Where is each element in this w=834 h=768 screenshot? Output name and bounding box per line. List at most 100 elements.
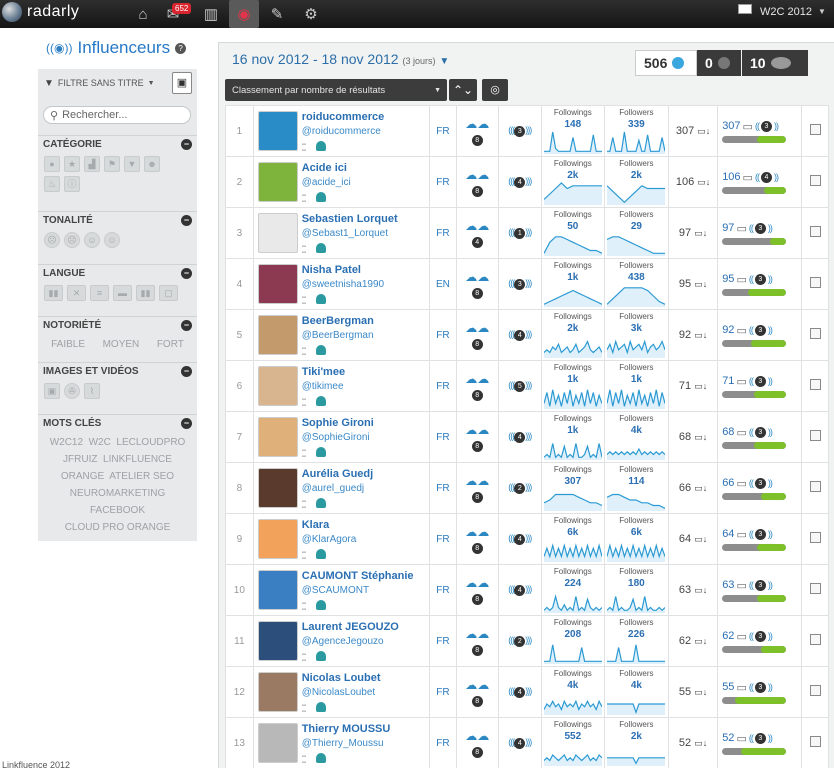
save-filter-button[interactable]: ▣ bbox=[172, 72, 192, 94]
user-name[interactable]: Aurélia Guedj bbox=[302, 468, 374, 480]
twitter-count-tab[interactable]: 506 bbox=[635, 50, 697, 76]
avatar[interactable] bbox=[257, 417, 298, 457]
conversation-clouds-icon[interactable]: ☁☁ 8 bbox=[459, 474, 495, 503]
user-name[interactable]: Thierry MOUSSU bbox=[302, 723, 391, 735]
collapse-icon[interactable]: − bbox=[181, 214, 192, 226]
table-row[interactable]: 13 Thierry MOUSSU @Thierry_Moussu ▪▪ ▪▪ F… bbox=[225, 717, 829, 768]
keyword-item[interactable]: W2C12 bbox=[50, 437, 83, 448]
edit-icon[interactable]: ✎ bbox=[262, 0, 292, 28]
help-icon[interactable]: ? bbox=[175, 42, 187, 54]
person-icon[interactable] bbox=[315, 498, 326, 508]
smiley-very-negative-icon[interactable]: ☹ bbox=[44, 232, 60, 248]
row-checkbox[interactable] bbox=[809, 736, 821, 747]
more-dots-icon[interactable]: ▪▪ ▪▪ bbox=[302, 397, 306, 409]
user-name[interactable]: BeerBergman bbox=[302, 315, 374, 327]
smiley-positive-icon[interactable]: ☺ bbox=[104, 232, 120, 248]
flag-it-icon[interactable]: ▮▮ bbox=[136, 285, 155, 301]
flag-category-icon[interactable]: ⚑ bbox=[104, 156, 120, 172]
table-row[interactable]: 9 Klara @KlarAgora ▪▪ ▪▪ FR ☁☁ 8 (((4))) F… bbox=[225, 513, 829, 565]
more-dots-icon[interactable]: ▪▪ ▪▪ bbox=[302, 448, 306, 460]
user-name[interactable]: Klara bbox=[302, 519, 330, 531]
more-dots-icon[interactable]: ▪▪ ▪▪ bbox=[302, 652, 306, 664]
more-dots-icon[interactable]: ▪▪ ▪▪ bbox=[302, 244, 306, 256]
image-icon[interactable]: ▣ bbox=[44, 383, 60, 399]
link-icon[interactable]: ⌇ bbox=[84, 383, 100, 399]
project-selector[interactable]: W2C 2012 bbox=[760, 6, 812, 18]
user-handle[interactable]: @aurel_guedj bbox=[302, 483, 364, 494]
person-icon[interactable] bbox=[315, 549, 326, 559]
avatar[interactable] bbox=[257, 213, 298, 253]
date-range-selector[interactable]: 16 nov 2012 - 18 nov 2012 (3 jours) ▼ bbox=[232, 51, 449, 67]
notoriety-low[interactable]: FAIBLE bbox=[51, 339, 85, 350]
user-handle[interactable]: @Thierry_Moussu bbox=[302, 738, 384, 749]
person-icon[interactable] bbox=[315, 396, 326, 406]
flame-icon[interactable]: ♨ bbox=[44, 176, 60, 192]
row-checkbox[interactable] bbox=[809, 277, 821, 288]
person-icon[interactable] bbox=[315, 192, 326, 202]
keyword-item[interactable]: LINKFLUENCE bbox=[103, 454, 172, 465]
logo[interactable]: radarly bbox=[2, 2, 79, 22]
keyword-item[interactable]: ORANGE bbox=[61, 471, 104, 482]
influencers-icon[interactable]: ◉ bbox=[229, 0, 259, 28]
collapse-icon[interactable]: − bbox=[181, 267, 192, 279]
more-dots-icon[interactable]: ▪▪ ▪▪ bbox=[302, 193, 306, 205]
notoriety-high[interactable]: FORT bbox=[157, 339, 184, 350]
other-count-tab[interactable]: 10 bbox=[742, 50, 808, 76]
user-handle[interactable]: @Sebast1_Lorquet bbox=[302, 228, 388, 239]
stats-icon[interactable]: ▥ bbox=[196, 0, 226, 28]
avatar[interactable] bbox=[257, 723, 298, 763]
row-checkbox[interactable] bbox=[809, 532, 821, 543]
user-name[interactable]: Nisha Patel bbox=[302, 264, 361, 276]
table-row[interactable]: 8 Aurélia Guedj @aurel_guedj ▪▪ ▪▪ FR ☁☁ 8… bbox=[225, 462, 829, 514]
media-header[interactable]: IMAGES ET VIDÉOS − bbox=[38, 362, 197, 379]
row-checkbox[interactable] bbox=[809, 430, 821, 441]
conversation-clouds-icon[interactable]: ☁☁ 8 bbox=[459, 627, 495, 656]
avatar[interactable] bbox=[257, 315, 298, 355]
shirt-icon[interactable]: ▼ bbox=[124, 156, 140, 172]
table-row[interactable]: 7 Sophie Gironi @SophieGironi ▪▪ ▪▪ FR ☁☁… bbox=[225, 411, 829, 463]
user-handle[interactable]: @acide_ici bbox=[302, 177, 351, 188]
table-row[interactable]: 11 Laurent JEGOUZO @AgenceJegouzo ▪▪ ▪▪ F… bbox=[225, 615, 829, 667]
more-dots-icon[interactable]: ▪▪ ▪▪ bbox=[302, 346, 306, 358]
row-checkbox[interactable] bbox=[809, 124, 821, 135]
table-row[interactable]: 5 BeerBergman @BeerBergman ▪▪ ▪▪ FR ☁☁ 8 (… bbox=[225, 309, 829, 361]
factory-icon[interactable]: ▟ bbox=[84, 156, 100, 172]
avatar[interactable] bbox=[257, 621, 298, 661]
keyword-item[interactable]: CLOUD PRO ORANGE bbox=[65, 522, 171, 533]
row-checkbox[interactable] bbox=[809, 685, 821, 696]
conversation-clouds-icon[interactable]: ☁☁ 4 bbox=[459, 219, 495, 248]
conversation-clouds-icon[interactable]: ☁☁ 8 bbox=[459, 117, 495, 146]
more-dots-icon[interactable]: ▪▪ ▪▪ bbox=[302, 499, 306, 511]
view-toggle-button[interactable]: ◎ bbox=[482, 79, 508, 101]
more-dots-icon[interactable]: ▪▪ ▪▪ bbox=[302, 550, 306, 562]
avatar[interactable] bbox=[257, 366, 298, 406]
keyword-item[interactable]: JFRUIZ bbox=[63, 454, 97, 465]
home-icon[interactable]: ⌂ bbox=[128, 0, 158, 28]
table-row[interactable]: 6 Tiki'mee @tikimee ▪▪ ▪▪ FR ☁☁ 8 (((5))) … bbox=[225, 360, 829, 412]
row-checkbox[interactable] bbox=[809, 226, 821, 237]
user-handle[interactable]: @NicolasLoubet bbox=[302, 687, 376, 698]
star-icon[interactable]: ★ bbox=[64, 156, 80, 172]
user-handle[interactable]: @SophieGironi bbox=[302, 432, 370, 443]
settings-icon[interactable]: ⚙ bbox=[296, 0, 326, 28]
avatar[interactable] bbox=[257, 111, 298, 151]
conversation-clouds-icon[interactable]: ☁☁ 8 bbox=[459, 576, 495, 605]
user-name[interactable]: Tiki'mee bbox=[302, 366, 345, 378]
category-header[interactable]: CATÉGORIE − bbox=[38, 135, 197, 152]
user-name[interactable]: roiducommerce bbox=[302, 111, 385, 123]
keyword-item[interactable]: LECLOUDPRO bbox=[116, 437, 185, 448]
keywords-header[interactable]: MOTS CLÉS − bbox=[38, 414, 197, 431]
more-dots-icon[interactable]: ▪▪ ▪▪ bbox=[302, 703, 306, 715]
table-row[interactable]: 3 Sebastien Lorquet @Sebast1_Lorquet ▪▪ ▪… bbox=[225, 207, 829, 259]
row-checkbox[interactable] bbox=[809, 583, 821, 594]
conversation-clouds-icon[interactable]: ☁☁ 8 bbox=[459, 525, 495, 554]
person-icon[interactable] bbox=[315, 294, 326, 304]
table-row[interactable]: 12 Nicolas Loubet @NicolasLoubet ▪▪ ▪▪ FR… bbox=[225, 666, 829, 718]
flag-uk-icon[interactable]: ✕ bbox=[67, 285, 86, 301]
conversation-clouds-icon[interactable]: ☁☁ 8 bbox=[459, 321, 495, 350]
person-icon[interactable] bbox=[315, 243, 326, 253]
user-name[interactable]: Sebastien Lorquet bbox=[302, 213, 398, 225]
collapse-icon[interactable]: − bbox=[181, 319, 192, 331]
flag-de-icon[interactable]: ≡ bbox=[90, 285, 109, 301]
filter-select[interactable]: ▼ FILTRE SANS TITRE ▼ bbox=[42, 73, 165, 93]
